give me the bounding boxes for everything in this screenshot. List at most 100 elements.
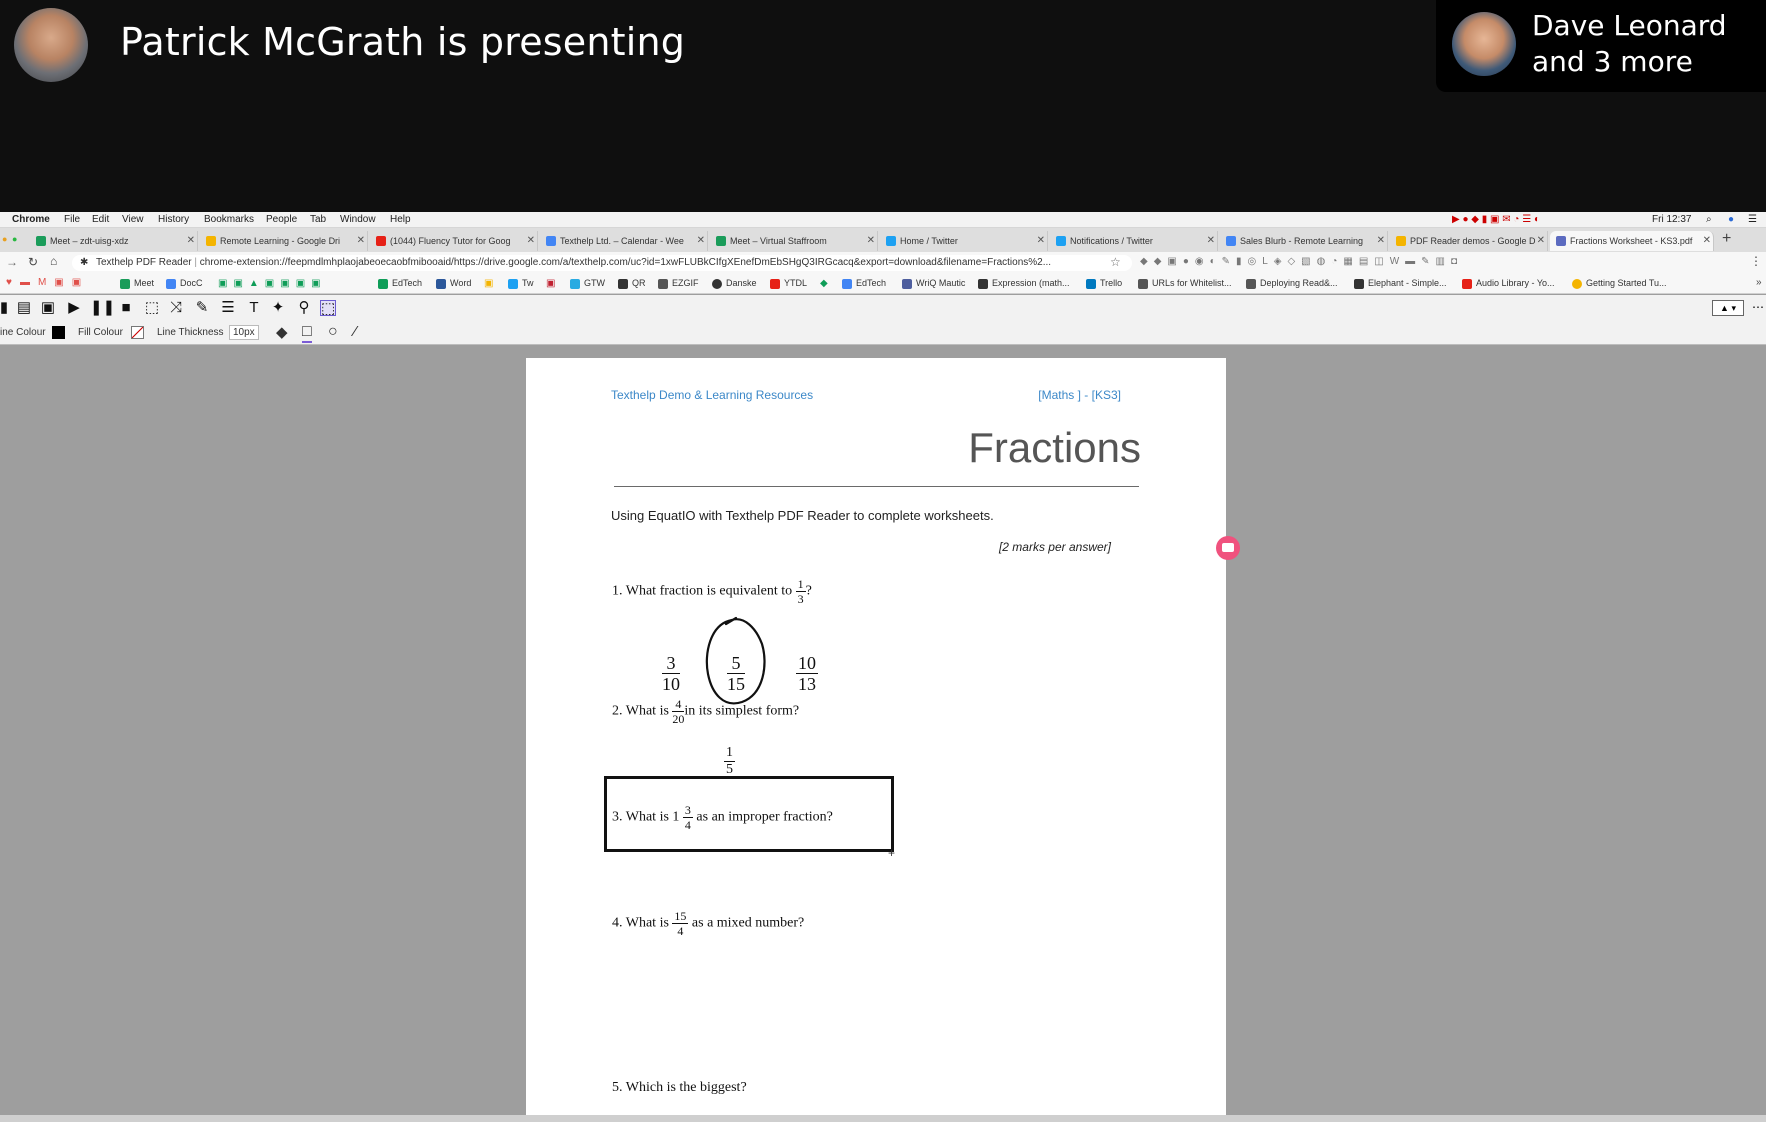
bookmark-expression[interactable]: Expression (math... [978, 278, 1070, 289]
list-icon[interactable]: ☰ [220, 300, 236, 316]
menu-tab[interactable]: Tab [310, 214, 326, 225]
close-icon[interactable]: ✕ [697, 231, 705, 251]
reader-icon[interactable]: ▮ [0, 300, 12, 316]
eraser-icon[interactable]: ◆ [276, 323, 288, 341]
new-tab-icon[interactable]: + [1722, 230, 1731, 248]
tab-twitter-notifications[interactable]: Notifications / Twitter ✕ [1050, 231, 1218, 251]
toolbar-more-icon[interactable]: ⋯ [1752, 300, 1764, 314]
close-icon[interactable]: ✕ [187, 231, 195, 251]
bookmark-audio-library[interactable]: Audio Library - Yo... [1462, 278, 1555, 289]
stop-icon[interactable]: ■ [118, 300, 134, 316]
menu-help[interactable]: Help [390, 214, 411, 225]
menu-file[interactable]: File [64, 214, 80, 225]
bookmark-ytdl[interactable]: YTDL [770, 278, 807, 289]
drive-icon [378, 279, 388, 289]
pin-icon[interactable]: ✦ [270, 300, 286, 316]
comment-bubble-icon[interactable] [1216, 536, 1240, 560]
dictionary-icon[interactable]: ▤ [16, 300, 32, 316]
bookmark-meet[interactable]: Meet [120, 278, 154, 289]
collapse-toolbar-icon[interactable]: ▲ ▾ [1712, 300, 1744, 316]
text-icon[interactable]: T [246, 300, 262, 316]
tab-fractions-worksheet[interactable]: Fractions Worksheet - KS3.pdf ✕ [1550, 231, 1714, 251]
bookmark-edtech-2[interactable]: EdTech [842, 278, 886, 289]
tab-sales-blurb[interactable]: Sales Blurb - Remote Learning ✕ [1220, 231, 1388, 251]
participants-panel[interactable]: Dave Leonard and 3 more [1436, 0, 1766, 92]
extension-icons[interactable]: ◆◆▣●◉◐✎▮◎L◈◇▧◍◔▦▤◫W▬✎▥◘ [1140, 256, 1463, 267]
bookmark-danske[interactable]: Danske [712, 278, 757, 289]
folder-icon[interactable]: ▣ [484, 278, 493, 289]
menu-window[interactable]: Window [340, 214, 376, 225]
reload-icon[interactable]: ↻ [28, 255, 38, 269]
more-icon[interactable]: ⋮ [1750, 254, 1762, 268]
siri-icon[interactable]: ● [1728, 214, 1734, 225]
address-bar[interactable]: ✱ Texthelp PDF Reader | chrome-extension… [72, 255, 1132, 271]
window-controls-icon[interactable]: ● [2, 234, 7, 244]
home-icon[interactable]: ⌂ [50, 254, 57, 268]
bookmark-quick-icons[interactable]: ♥▬M▣▣ [6, 277, 89, 288]
bookmark-elephant[interactable]: Elephant - Simple... [1354, 278, 1447, 289]
highlighter-icon[interactable]: ✎ [194, 300, 210, 316]
circle-tool-icon[interactable]: ○ [328, 323, 338, 341]
line-thickness-select[interactable]: 10px [229, 325, 259, 340]
tab-remote-learning[interactable]: Remote Learning - Google Dri ✕ [200, 231, 368, 251]
diamond-icon[interactable]: ◆ [820, 278, 828, 289]
numerator: 4 [672, 698, 685, 712]
bookmark-word[interactable]: Word [436, 278, 471, 289]
bookmark-urls-whitelist[interactable]: URLs for Whitelist... [1138, 278, 1232, 289]
close-icon[interactable]: ✕ [357, 231, 365, 251]
screen-mask-icon[interactable]: ⬚ [144, 300, 160, 316]
pause-icon[interactable]: ❚❚ [90, 300, 115, 316]
menu-bookmarks[interactable]: Bookmarks [204, 214, 254, 225]
notification-center-icon[interactable]: ☰ [1748, 214, 1757, 225]
tab-fluency-tutor[interactable]: (1044) Fluency Tutor for Goog ✕ [370, 231, 538, 251]
bookmark-getting-started[interactable]: Getting Started Tu... [1572, 278, 1667, 289]
tab-calendar[interactable]: Texthelp Ltd. – Calendar - Wee ✕ [540, 231, 708, 251]
bookmark-tw[interactable]: Tw [508, 278, 534, 289]
bookmark-gtw[interactable]: GTW [570, 278, 605, 289]
star-icon[interactable]: ☆ [1110, 255, 1121, 269]
bookmark-edtech[interactable]: EdTech [378, 278, 422, 289]
more-bookmarks-icon[interactable]: » [1756, 277, 1762, 288]
tab-meet-zdt[interactable]: Meet – zdt-uisg-xdz ✕ [30, 231, 198, 251]
bookmark-qr[interactable]: QR [618, 278, 646, 289]
window-zoom-icon[interactable]: ● [12, 234, 17, 244]
close-icon[interactable]: ✕ [1377, 231, 1385, 251]
menu-chrome[interactable]: Chrome [12, 214, 50, 225]
voice-note-icon[interactable]: ⚲ [296, 300, 312, 316]
menu-view[interactable]: View [122, 214, 144, 225]
spotlight-icon[interactable]: ⌕ [1706, 214, 1712, 225]
q2-answer[interactable]: 15 [724, 746, 735, 777]
forward-icon[interactable]: → [6, 255, 18, 269]
fill-colour-swatch[interactable] [131, 326, 144, 339]
tab-pdf-reader-demos[interactable]: PDF Reader demos - Google D ✕ [1390, 231, 1548, 251]
menu-people[interactable]: People [266, 214, 297, 225]
bookmark-wriq-mautic[interactable]: WriQ Mautic [902, 278, 966, 289]
bookmark-ezgif[interactable]: EZGIF [658, 278, 699, 289]
app-icon[interactable]: ▣ [546, 278, 555, 289]
pdf-page: Texthelp Demo & Learning Resources [Math… [526, 358, 1226, 1122]
bookmark-deploying-read[interactable]: Deploying Read&... [1246, 278, 1338, 289]
shuffle-icon[interactable]: ⤨ [168, 300, 184, 316]
hand-drawn-circle-annotation[interactable] [702, 614, 772, 710]
tab-label: Remote Learning - Google Dri [220, 236, 341, 246]
bookmark-docc[interactable]: DocC [166, 278, 203, 289]
line-colour-swatch[interactable] [52, 326, 65, 339]
bookmark-trello[interactable]: Trello [1086, 278, 1122, 289]
bookmark-app-icons[interactable]: ▣▣▲▣▣▣▣ [218, 278, 327, 289]
close-icon[interactable]: ✕ [1037, 231, 1045, 251]
line-tool-icon[interactable]: ⁄ [354, 323, 357, 340]
close-icon[interactable]: ✕ [1207, 231, 1215, 251]
play-icon[interactable]: ▶ [66, 300, 82, 316]
menu-edit[interactable]: Edit [92, 214, 109, 225]
menu-history[interactable]: History [158, 214, 189, 225]
picture-dictionary-icon[interactable]: ▣ [40, 300, 56, 316]
close-icon[interactable]: ✕ [527, 231, 535, 251]
close-icon[interactable]: ✕ [867, 231, 875, 251]
tab-twitter-home[interactable]: Home / Twitter ✕ [880, 231, 1048, 251]
close-icon[interactable]: ✕ [1703, 231, 1711, 251]
close-icon[interactable]: ✕ [1537, 231, 1545, 251]
tab-meet-staffroom[interactable]: Meet – Virtual Staffroom ✕ [710, 231, 878, 251]
bookmark-label: WriQ Mautic [916, 278, 966, 288]
shape-tool-icon[interactable]: ⬚ [320, 300, 336, 317]
rectangle-tool-icon[interactable]: □ [302, 323, 312, 343]
